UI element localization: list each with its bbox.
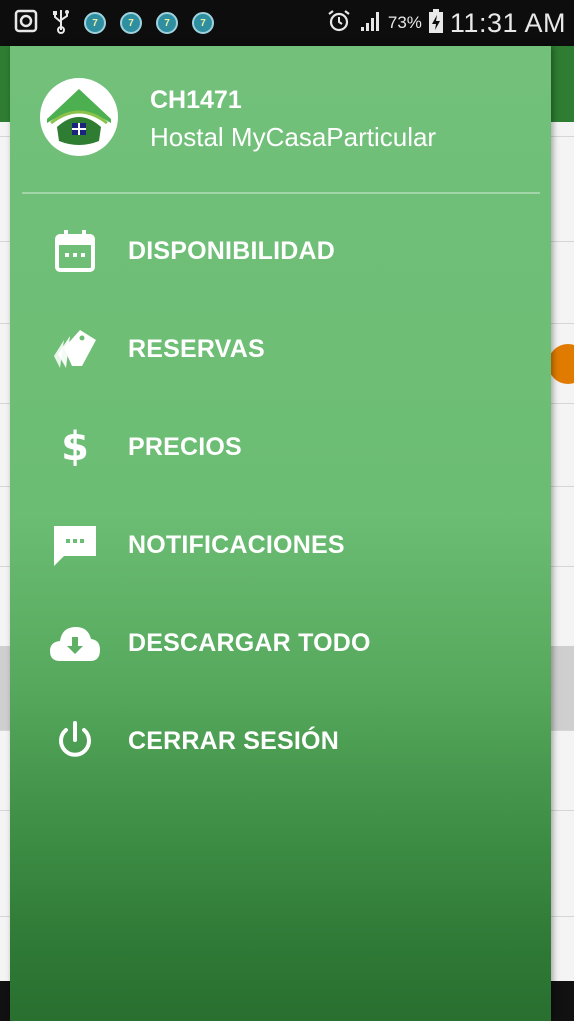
menu-item-reservas[interactable]: RESERVAS bbox=[10, 300, 551, 398]
menu-item-label: NOTIFICACIONES bbox=[128, 530, 345, 559]
signal-icon bbox=[358, 9, 382, 38]
app-notification-icon: 7 bbox=[84, 12, 106, 34]
user-name: Hostal MyCasaParticular bbox=[150, 122, 437, 152]
menu-item-notificaciones[interactable]: NOTIFICACIONES bbox=[10, 496, 551, 594]
menu-item-label: CERRAR SESIÓN bbox=[128, 726, 339, 755]
battery-percent: 73% bbox=[387, 13, 422, 32]
app-notification-icon: 7 bbox=[192, 12, 214, 34]
menu-item-label: DISPONIBILIDAD bbox=[128, 236, 335, 265]
usb-icon bbox=[52, 8, 70, 39]
app-notification-icon: 7 bbox=[120, 12, 142, 34]
header-divider bbox=[22, 192, 540, 194]
menu-item-label: DESCARGAR TODO bbox=[128, 628, 371, 657]
status-dot bbox=[548, 344, 574, 384]
screenshot-icon bbox=[14, 9, 38, 38]
status-bar: 7 7 7 7 73% 11:31 AM bbox=[0, 0, 574, 46]
menu-item-label: PRECIOS bbox=[128, 432, 242, 461]
user-id: CH1471 bbox=[150, 86, 242, 114]
drawer-header: CH1471 Hostal MyCasaParticular bbox=[10, 46, 551, 192]
dollar-icon: $ bbox=[61, 424, 89, 470]
power-icon bbox=[48, 714, 102, 768]
menu-item-precios[interactable]: $ PRECIOS bbox=[10, 398, 551, 496]
app-notification-icon: 7 bbox=[156, 12, 178, 34]
menu-item-descargar-todo[interactable]: DESCARGAR TODO bbox=[10, 594, 551, 692]
menu-item-disponibilidad[interactable]: DISPONIBILIDAD bbox=[10, 202, 551, 300]
chat-icon bbox=[48, 518, 102, 572]
cloud-download-icon bbox=[48, 616, 102, 670]
calendar-icon bbox=[48, 224, 102, 278]
battery-charging-icon bbox=[428, 8, 444, 39]
clock: 11:31 AM bbox=[449, 7, 566, 38]
menu-item-label: RESERVAS bbox=[128, 334, 265, 363]
house-logo-icon bbox=[40, 78, 118, 156]
navigation-drawer: CH1471 Hostal MyCasaParticular DISPONIBI… bbox=[10, 46, 551, 1021]
tags-icon bbox=[48, 322, 102, 376]
menu-item-cerrar-sesion[interactable]: CERRAR SESIÓN bbox=[10, 692, 551, 790]
alarm-icon bbox=[326, 8, 352, 39]
